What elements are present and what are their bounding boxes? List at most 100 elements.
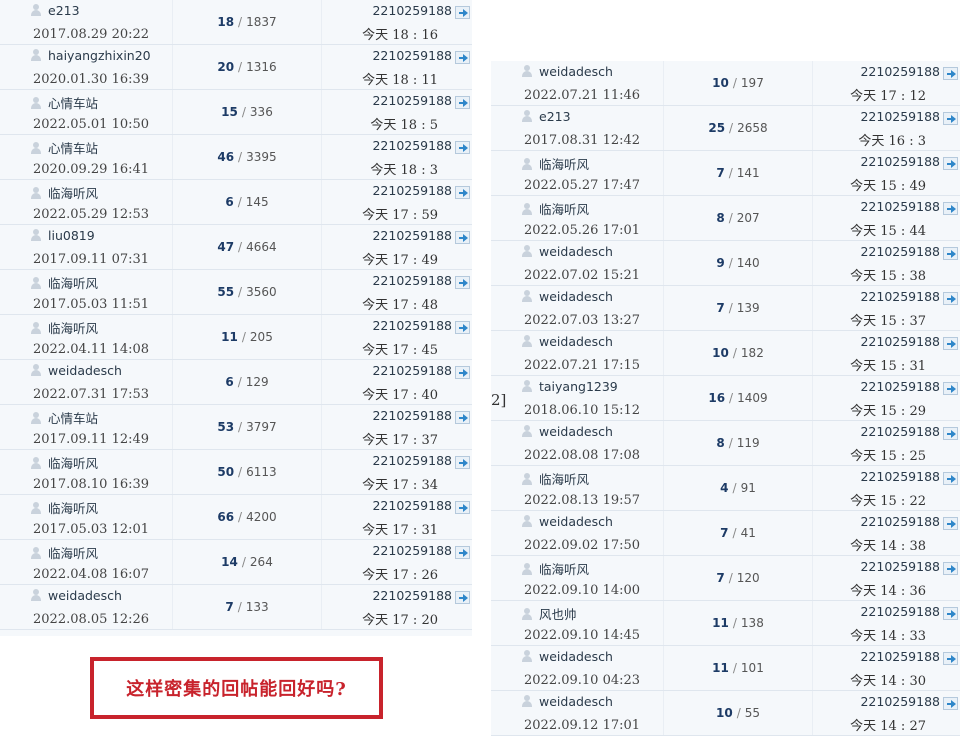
thread-row[interactable]: weidadesch 2022.07.21 11:46 10/197 22102591… [491, 61, 960, 106]
goto-last-post-icon[interactable] [455, 51, 470, 64]
last-poster[interactable]: 2210259188 [860, 109, 940, 124]
goto-last-post-icon[interactable] [455, 321, 470, 334]
thread-row[interactable]: 临海听风 2022.04.08 16:07 14/264 2210259188 今天 1… [0, 540, 472, 585]
thread-row[interactable]: 临海听风 2022.08.13 19:57 4 /91 2210259188 今天 15 … [491, 466, 960, 511]
reply-count[interactable]: 16 [708, 391, 725, 405]
author-name[interactable]: 临海听风 [48, 276, 98, 291]
thread-row[interactable]: weidadesch 2022.09.10 04:23 11/101 22102591… [491, 646, 960, 691]
author-name[interactable]: 临海听风 [48, 456, 98, 471]
last-poster[interactable]: 2210259188 [372, 93, 452, 108]
thread-row[interactable]: taiyang1239 2018.06.10 15:12 16 /1409 221025… [491, 376, 960, 421]
last-poster[interactable]: 2210259188 [860, 289, 940, 304]
author-name[interactable]: e213 [539, 109, 571, 124]
last-post-time[interactable]: 今天 14 : 36 [850, 580, 926, 599]
goto-last-post-icon[interactable] [455, 186, 470, 199]
last-post-time[interactable]: 今天 17 : 34 [362, 474, 438, 493]
author-name[interactable]: e213 [48, 3, 80, 18]
reply-count[interactable]: 11 [712, 661, 729, 675]
thread-row[interactable]: weidadesch 2022.07.31 17:53 6 /129 221025918… [0, 360, 472, 405]
last-poster[interactable]: 2210259188 [372, 453, 452, 468]
goto-last-post-icon[interactable] [455, 141, 470, 154]
last-post-time[interactable]: 今天 14 : 30 [850, 670, 926, 689]
goto-last-post-icon[interactable] [455, 231, 470, 244]
author-name[interactable]: haiyangzhixin20 [48, 48, 151, 63]
reply-count[interactable]: 66 [217, 510, 234, 524]
goto-last-post-icon[interactable] [943, 112, 958, 125]
author-name[interactable]: weidadesch [539, 244, 613, 259]
goto-last-post-icon[interactable] [943, 427, 958, 440]
goto-last-post-icon[interactable] [943, 652, 958, 665]
last-poster[interactable]: 2210259188 [372, 138, 452, 153]
reply-count[interactable]: 7 [720, 526, 728, 540]
thread-row[interactable]: 临海听风 2022.05.26 17:01 8 /207 2210259188 今天 15… [491, 196, 960, 241]
last-poster[interactable]: 2210259188 [372, 228, 452, 243]
thread-row[interactable]: 风也帅 2022.09.10 14:45 11/138 2210259188 今天 14… [491, 601, 960, 646]
last-post-time[interactable]: 今天 14 : 38 [850, 535, 926, 554]
last-poster[interactable]: 2210259188 [372, 363, 452, 378]
last-poster[interactable]: 2210259188 [372, 408, 452, 423]
thread-row[interactable]: 临海听风 2017.05.03 12:01 66 /4200 2210259188 今天 … [0, 495, 472, 540]
author-name[interactable]: 临海听风 [539, 202, 589, 217]
thread-row[interactable]: weidadesch 2022.09.02 17:50 7 /41 2210259188… [491, 511, 960, 556]
last-post-time[interactable]: 今天 18 : 3 [370, 159, 438, 178]
author-name[interactable]: 临海听风 [48, 546, 98, 561]
last-poster[interactable]: 2210259188 [860, 244, 940, 259]
reply-count[interactable]: 8 [716, 436, 724, 450]
thread-row[interactable]: 临海听风 2022.04.11 14:08 11/205 2210259188 今天 1… [0, 315, 472, 360]
reply-count[interactable]: 14 [221, 555, 238, 569]
last-post-time[interactable]: 今天 18 : 11 [362, 69, 438, 88]
last-post-time[interactable]: 今天 15 : 31 [850, 355, 926, 374]
last-poster[interactable]: 2210259188 [860, 424, 940, 439]
last-poster[interactable]: 2210259188 [372, 183, 452, 198]
reply-count[interactable]: 20 [217, 60, 234, 74]
reply-count[interactable]: 7 [716, 301, 724, 315]
author-name[interactable]: weidadesch [539, 64, 613, 79]
goto-last-post-icon[interactable] [455, 96, 470, 109]
last-poster[interactable]: 2210259188 [860, 469, 940, 484]
thread-row[interactable]: 临海听风 2022.05.29 12:53 6 /145 2210259188 今天 17… [0, 180, 472, 225]
goto-last-post-icon[interactable] [943, 157, 958, 170]
goto-last-post-icon[interactable] [455, 6, 470, 19]
reply-count[interactable]: 4 [720, 481, 728, 495]
author-name[interactable]: weidadesch [539, 289, 613, 304]
reply-count[interactable]: 6 [225, 195, 233, 209]
thread-row[interactable]: weidadesch 2022.07.21 17:15 10/182 22102591… [491, 331, 960, 376]
goto-last-post-icon[interactable] [943, 67, 958, 80]
thread-row[interactable]: 临海听风 2022.05.27 17:47 7 /141 2210259188 今天 15… [491, 151, 960, 196]
goto-last-post-icon[interactable] [455, 546, 470, 559]
last-post-time[interactable]: 今天 18 : 16 [362, 24, 438, 43]
last-post-time[interactable]: 今天 17 : 37 [362, 429, 438, 448]
goto-last-post-icon[interactable] [943, 472, 958, 485]
author-name[interactable]: 临海听风 [539, 472, 589, 487]
author-name[interactable]: weidadesch [48, 363, 122, 378]
last-poster[interactable]: 2210259188 [860, 199, 940, 214]
reply-count[interactable]: 11 [712, 616, 729, 630]
reply-count[interactable]: 10 [712, 346, 729, 360]
last-post-time[interactable]: 今天 15 : 37 [850, 310, 926, 329]
reply-count[interactable]: 7 [225, 600, 233, 614]
author-name[interactable]: 临海听风 [48, 186, 98, 201]
reply-count[interactable]: 15 [221, 105, 238, 119]
last-post-time[interactable]: 今天 17 : 20 [362, 609, 438, 628]
reply-count[interactable]: 25 [708, 121, 725, 135]
last-poster[interactable]: 2210259188 [860, 694, 940, 709]
thread-row[interactable]: liu0819 2017.09.11 07:31 47 /4664 2210259188… [0, 225, 472, 270]
goto-last-post-icon[interactable] [455, 501, 470, 514]
author-name[interactable]: weidadesch [539, 514, 613, 529]
author-name[interactable]: weidadesch [48, 588, 122, 603]
reply-count[interactable]: 9 [716, 256, 724, 270]
last-poster[interactable]: 2210259188 [860, 649, 940, 664]
thread-row[interactable]: weidadesch 2022.09.12 17:01 10/55 221025918… [491, 691, 960, 736]
thread-row[interactable]: weidadesch 2022.08.05 12:26 7 /133 221025918… [0, 585, 472, 630]
thread-row[interactable]: 心情车站 2020.09.29 16:41 46 /3395 2210259188 今天 … [0, 135, 472, 180]
last-post-time[interactable]: 今天 17 : 40 [362, 384, 438, 403]
reply-count[interactable]: 47 [217, 240, 234, 254]
author-name[interactable]: 临海听风 [48, 321, 98, 336]
last-post-time[interactable]: 今天 17 : 49 [362, 249, 438, 268]
author-name[interactable]: 临海听风 [539, 157, 589, 172]
last-poster[interactable]: 2210259188 [372, 543, 452, 558]
goto-last-post-icon[interactable] [943, 607, 958, 620]
last-post-time[interactable]: 今天 16 : 3 [858, 130, 926, 149]
goto-last-post-icon[interactable] [943, 697, 958, 710]
goto-last-post-icon[interactable] [943, 247, 958, 260]
